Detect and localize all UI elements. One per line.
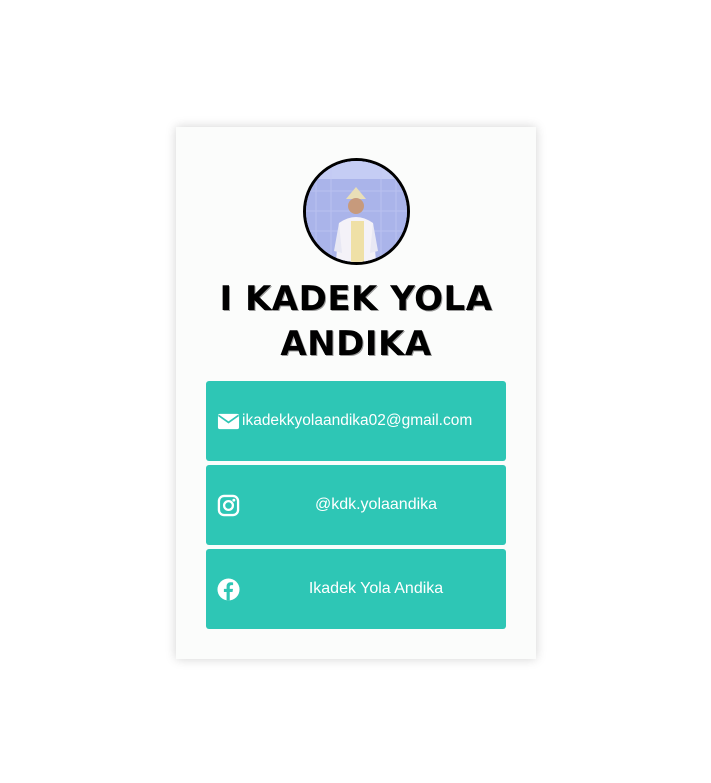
profile-avatar xyxy=(303,158,410,265)
email-link-label: ikadekkyolaandika02@gmail.com xyxy=(242,412,473,429)
profile-photo xyxy=(306,161,407,262)
facebook-link-label: Ikadek Yola Andika xyxy=(308,580,444,597)
email-link-button[interactable]: ikadekkyolaandika02@gmail.com xyxy=(206,381,506,461)
envelope-icon xyxy=(217,410,240,433)
instagram-icon xyxy=(217,494,240,517)
instagram-link-button[interactable]: @kdk.yolaandika xyxy=(206,465,506,545)
facebook-icon xyxy=(217,578,240,601)
facebook-link-button[interactable]: Ikadek Yola Andika xyxy=(206,549,506,629)
profile-card: I KADEK YOLA ANDIKA ikadekkyolaandika02@… xyxy=(176,127,536,659)
instagram-link-label: @kdk.yolaandika xyxy=(314,496,438,513)
profile-name: I KADEK YOLA ANDIKA xyxy=(219,279,493,364)
